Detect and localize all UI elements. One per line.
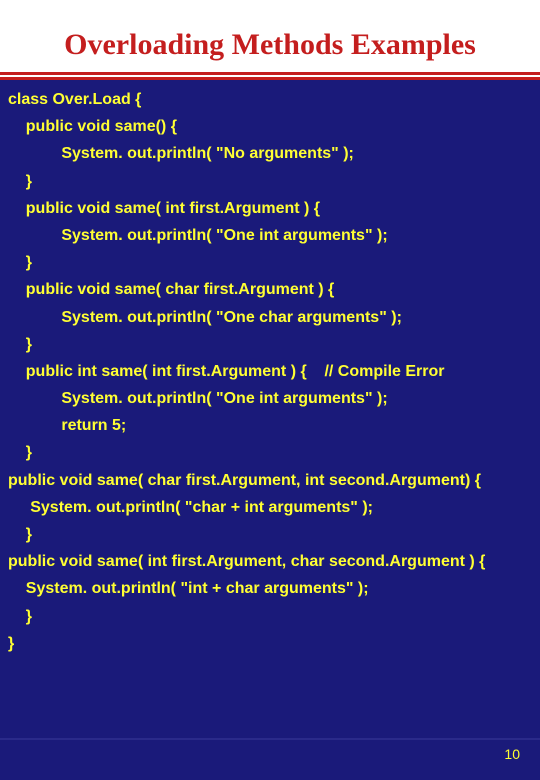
slide-title: Overloading Methods Examples [0, 0, 540, 72]
footer-divider [0, 738, 540, 740]
page-number: 10 [504, 746, 520, 762]
title-divider [0, 72, 540, 80]
code-block: class Over.Load { public void same() { S… [0, 80, 540, 657]
slide: Overloading Methods Examples class Over.… [0, 0, 540, 780]
